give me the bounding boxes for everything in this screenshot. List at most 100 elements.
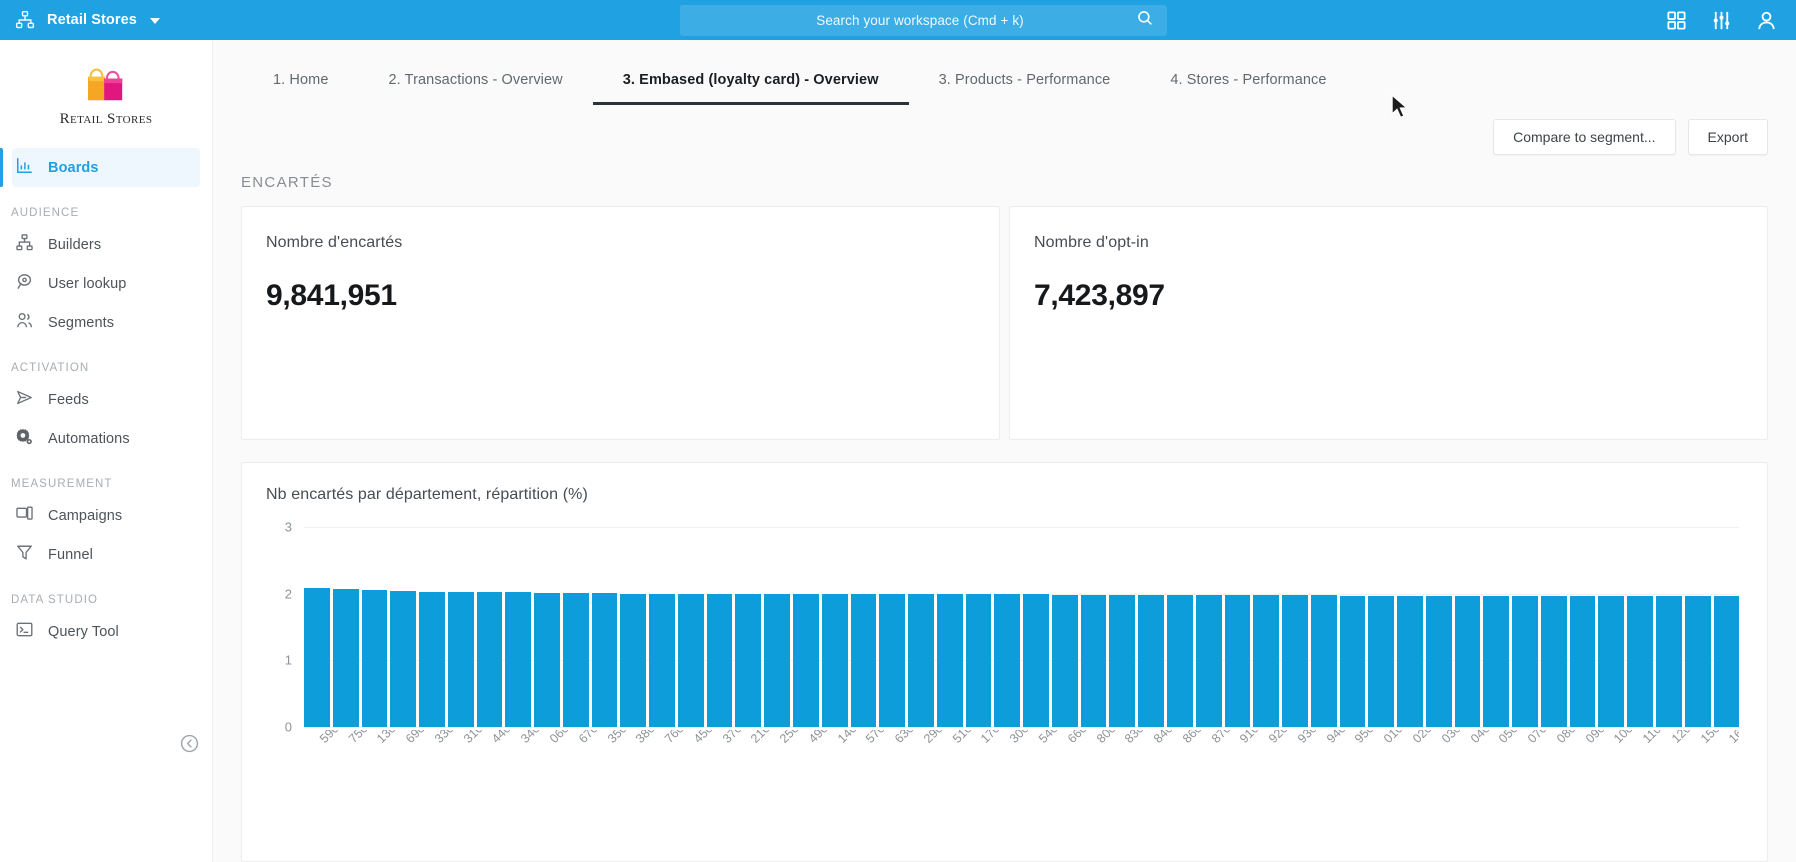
bar[interactable] xyxy=(936,594,963,727)
x-axis-tick: 16000 xyxy=(1714,730,1739,774)
x-axis-tick: 35000 xyxy=(592,730,639,774)
bar[interactable] xyxy=(419,591,445,727)
sidebar-item-boards[interactable]: Boards xyxy=(0,148,200,187)
sidebar-item-segments[interactable]: Segments xyxy=(0,303,212,342)
bar[interactable] xyxy=(1540,595,1567,727)
bar[interactable] xyxy=(562,593,589,727)
x-axis-tick: 57000 xyxy=(851,730,897,774)
bar[interactable] xyxy=(1310,595,1337,727)
apps-grid-icon[interactable] xyxy=(1665,9,1688,32)
tab-embased-loyalty-card-overview[interactable]: 3. Embased (loyalty card) - Overview xyxy=(592,72,909,105)
tab-stores-performance[interactable]: 4. Stores - Performance xyxy=(1140,72,1356,105)
bar-chart-icon xyxy=(15,156,34,180)
bar[interactable] xyxy=(1166,595,1193,727)
sidebar-item-label: Automations xyxy=(48,430,130,447)
bar[interactable] xyxy=(1483,595,1510,727)
bar[interactable] xyxy=(1282,595,1308,727)
bar[interactable] xyxy=(1023,594,1049,727)
bar[interactable] xyxy=(879,594,906,727)
bar[interactable] xyxy=(1454,595,1481,727)
sidebar-item-funnel[interactable]: Funnel xyxy=(0,535,212,574)
bar[interactable] xyxy=(821,594,848,727)
brand-logo: Retail Stores xyxy=(0,40,212,148)
bar[interactable] xyxy=(1339,595,1366,727)
bar[interactable] xyxy=(591,593,618,727)
sidebar-item-builders[interactable]: Builders xyxy=(0,225,212,264)
bar[interactable] xyxy=(304,588,330,727)
bar[interactable] xyxy=(1655,596,1682,727)
sidebar-item-feeds[interactable]: Feeds xyxy=(0,380,212,419)
kpi-card-nombre-encartes: Nombre d'encartés 9,841,951 xyxy=(241,206,1000,440)
x-axis-tick: 38000 xyxy=(620,730,667,774)
grid-line xyxy=(304,727,1739,728)
x-axis-tick: 14000 xyxy=(822,730,869,774)
bar[interactable] xyxy=(1627,595,1653,727)
sidebar-item-campaigns[interactable]: Campaigns xyxy=(0,496,212,535)
bar[interactable] xyxy=(1253,595,1280,727)
bar[interactable] xyxy=(965,594,992,727)
bar[interactable] xyxy=(793,594,819,727)
search-input[interactable]: Search your workspace (Cmd + k) xyxy=(680,5,1167,36)
bar[interactable] xyxy=(620,593,647,727)
x-axis-tick: 86000 xyxy=(1167,730,1214,774)
bar[interactable] xyxy=(908,594,934,727)
bar[interactable] xyxy=(1195,595,1222,727)
bar[interactable] xyxy=(1138,595,1164,727)
bar[interactable] xyxy=(1684,596,1711,727)
x-axis-tick: 49000 xyxy=(793,730,840,774)
bar[interactable] xyxy=(505,592,532,727)
bar[interactable] xyxy=(534,593,560,727)
x-axis-tick: 76000 xyxy=(649,730,696,774)
compare-to-segment-button[interactable]: Compare to segment... xyxy=(1493,119,1676,155)
bar[interactable] xyxy=(476,592,503,727)
bar[interactable] xyxy=(1368,595,1395,727)
x-axis-tick: 02000 xyxy=(1397,730,1444,774)
settings-sliders-icon[interactable] xyxy=(1710,9,1733,32)
bar[interactable] xyxy=(649,593,675,727)
x-axis-tick: 91000 xyxy=(1225,730,1271,774)
bar[interactable] xyxy=(447,592,474,727)
sidebar-item-user-lookup[interactable]: User lookup xyxy=(0,264,212,303)
tab-transactions-overview[interactable]: 2. Transactions - Overview xyxy=(359,72,593,105)
bar[interactable] xyxy=(1425,595,1452,727)
bar[interactable] xyxy=(361,590,388,727)
chart-title: Nb encartés par département, répartition… xyxy=(266,486,588,503)
bar[interactable] xyxy=(1051,595,1078,727)
bar[interactable] xyxy=(332,589,359,727)
bar[interactable] xyxy=(1512,595,1538,727)
bar[interactable] xyxy=(677,593,704,727)
board-actions: Compare to segment... Export xyxy=(213,105,1796,169)
kpi-value: 9,841,951 xyxy=(266,279,397,312)
bar[interactable] xyxy=(390,591,417,727)
bar[interactable] xyxy=(994,594,1021,727)
sidebar-section-measurement: MEASUREMENT xyxy=(11,478,113,490)
bar[interactable] xyxy=(1713,596,1740,727)
export-button[interactable]: Export xyxy=(1687,119,1768,155)
y-axis-tick: 2 xyxy=(284,586,292,602)
workspace-selector[interactable]: Retail Stores xyxy=(0,10,160,30)
x-axis-tick: 45000 xyxy=(678,730,725,774)
x-axis-tick: 94000 xyxy=(1311,730,1358,774)
tab-products-performance[interactable]: 3. Products - Performance xyxy=(909,72,1141,105)
x-axis-tick: 06000 xyxy=(534,730,581,774)
bar[interactable] xyxy=(1224,595,1251,727)
bar[interactable] xyxy=(735,593,762,727)
tab-home[interactable]: 1. Home xyxy=(243,72,359,105)
bar[interactable] xyxy=(1109,595,1136,727)
org-hierarchy-icon xyxy=(15,10,35,30)
bar[interactable] xyxy=(706,593,733,727)
sidebar-item-label: Query Tool xyxy=(48,623,119,640)
bar[interactable] xyxy=(764,593,791,727)
collapse-sidebar-chevron-left-icon[interactable] xyxy=(180,734,199,753)
workspace-name: Retail Stores xyxy=(47,12,137,28)
bar[interactable] xyxy=(850,594,877,727)
bar[interactable] xyxy=(1080,595,1107,727)
user-account-icon[interactable] xyxy=(1755,9,1778,32)
bar[interactable] xyxy=(1569,595,1596,727)
sidebar-item-query-tool[interactable]: Query Tool xyxy=(0,612,212,651)
sidebar-item-label: Campaigns xyxy=(48,507,123,524)
bar[interactable] xyxy=(1397,595,1423,727)
x-axis-tick: 93000 xyxy=(1282,730,1329,774)
bar[interactable] xyxy=(1598,595,1625,727)
sidebar-item-automations[interactable]: Automations xyxy=(0,419,212,458)
